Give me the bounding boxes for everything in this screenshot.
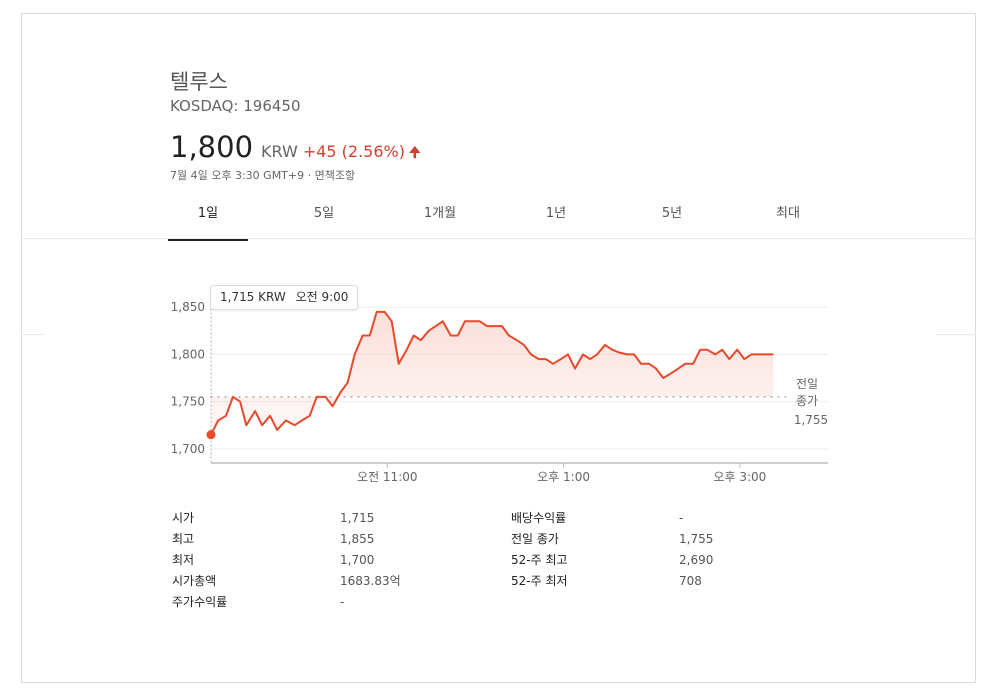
price-area xyxy=(211,311,774,435)
price-chart[interactable]: 1,850 1,800 1,750 1,700 오전 11:00 오후 1:00 오후 3:… xyxy=(0,0,1000,700)
stat-value: 1,700 xyxy=(340,553,375,567)
stat-label: 52-주 최저 xyxy=(511,574,568,588)
stat-value: 1,855 xyxy=(340,532,375,546)
stat-label: 주가수익률 xyxy=(172,595,228,609)
hover-marker xyxy=(206,430,216,440)
stat-value: 1,755 xyxy=(679,532,714,546)
stat-value: 1683.83억 xyxy=(340,574,401,588)
stat-value: 2,690 xyxy=(679,553,714,567)
chart-tooltip: 1,715 KRW 오전 9:00 xyxy=(210,285,359,310)
x-tick-label: 오전 11:00 xyxy=(357,470,417,484)
y-tick-label: 1,850 xyxy=(171,300,205,314)
reference-value-label: 1,755 xyxy=(794,413,828,427)
stat-label: 최고 xyxy=(172,532,195,546)
reference-label: 종가 xyxy=(796,394,818,408)
x-tick-label: 오후 1:00 xyxy=(537,470,590,484)
y-tick-label: 1,800 xyxy=(171,347,205,361)
x-tick-label: 오후 3:00 xyxy=(713,470,766,484)
stat-label: 전일 종가 xyxy=(511,532,559,546)
stat-value: - xyxy=(679,511,684,525)
stat-value: 708 xyxy=(679,574,702,588)
reference-label: 전일 xyxy=(796,377,818,391)
tooltip-price: 1,715 KRW xyxy=(220,290,286,304)
y-tick-label: 1,700 xyxy=(171,442,205,456)
tooltip-time: 오전 9:00 xyxy=(295,290,349,304)
stat-label: 시가 xyxy=(172,511,195,525)
stat-label: 시가총액 xyxy=(172,574,217,588)
stat-value: 1,715 xyxy=(340,511,375,525)
stat-label: 배당수익률 xyxy=(511,511,567,525)
y-tick-label: 1,750 xyxy=(171,395,205,409)
stat-label: 최저 xyxy=(172,553,195,567)
stat-value: - xyxy=(340,595,345,609)
stat-label: 52-주 최고 xyxy=(511,553,568,567)
